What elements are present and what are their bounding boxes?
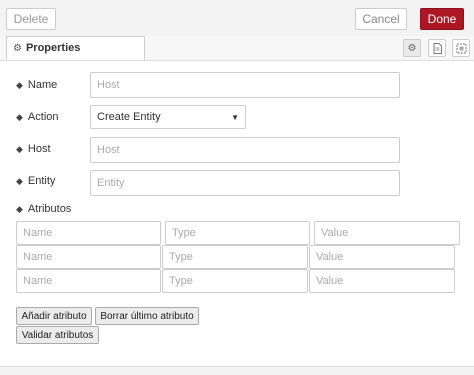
tag-icon: ◆ bbox=[16, 203, 23, 214]
entity-input[interactable] bbox=[90, 170, 400, 196]
tag-icon: ◆ bbox=[16, 143, 23, 154]
attribute-value-input[interactable] bbox=[314, 221, 460, 245]
entity-label: Entity bbox=[27, 175, 56, 187]
tab-properties-label: Properties bbox=[25, 42, 81, 54]
attribute-type-input[interactable] bbox=[165, 221, 310, 245]
name-row: ◆ Name bbox=[16, 72, 57, 98]
appearance-frame-icon[interactable] bbox=[452, 39, 470, 57]
description-doc-icon[interactable] bbox=[428, 39, 446, 57]
action-row: ◆ Action bbox=[16, 104, 59, 130]
tray-toolbar: Delete Cancel Done bbox=[0, 0, 474, 37]
attribute-type-input[interactable] bbox=[162, 245, 308, 269]
tab-strip: ⚙ Properties ⚙ bbox=[0, 36, 474, 61]
attribute-value-input[interactable] bbox=[309, 269, 455, 293]
done-button[interactable]: Done bbox=[420, 8, 464, 30]
add-attribute-button[interactable]: Añadir atributo bbox=[16, 307, 92, 325]
attribute-name-input[interactable] bbox=[16, 245, 161, 269]
validate-attributes-button[interactable]: Validar atributos bbox=[16, 326, 99, 344]
host-label: Host bbox=[27, 143, 51, 155]
attribute-name-input[interactable] bbox=[16, 269, 161, 293]
gear-icon: ⚙ bbox=[13, 42, 22, 54]
action-label: Action bbox=[27, 111, 59, 123]
name-input[interactable] bbox=[90, 72, 400, 98]
entity-row: ◆ Entity bbox=[16, 168, 55, 194]
attribute-name-input[interactable] bbox=[16, 221, 161, 245]
name-label: Name bbox=[27, 79, 58, 91]
attributes-label: Atributos bbox=[27, 203, 72, 215]
caret-down-icon: ▼ bbox=[231, 112, 239, 122]
host-input[interactable] bbox=[90, 137, 400, 163]
action-select[interactable]: Create Entity ▼ bbox=[90, 105, 246, 129]
attribute-value-input[interactable] bbox=[309, 245, 455, 269]
attributes-row: ◆ Atributos bbox=[16, 198, 71, 220]
cancel-button[interactable]: Cancel bbox=[355, 8, 407, 30]
settings-gear-icon[interactable]: ⚙ bbox=[403, 39, 421, 57]
action-select-value: Create Entity bbox=[97, 111, 161, 123]
remove-last-attribute-button[interactable]: Borrar último atributo bbox=[95, 307, 199, 325]
host-row: ◆ Host bbox=[16, 136, 51, 162]
attribute-type-input[interactable] bbox=[162, 269, 308, 293]
delete-button[interactable]: Delete bbox=[6, 8, 56, 30]
tab-properties[interactable]: ⚙ Properties bbox=[6, 36, 145, 60]
tag-icon: ◆ bbox=[16, 111, 23, 122]
tag-icon: ◆ bbox=[16, 79, 23, 90]
tag-icon: ◆ bbox=[16, 175, 23, 186]
